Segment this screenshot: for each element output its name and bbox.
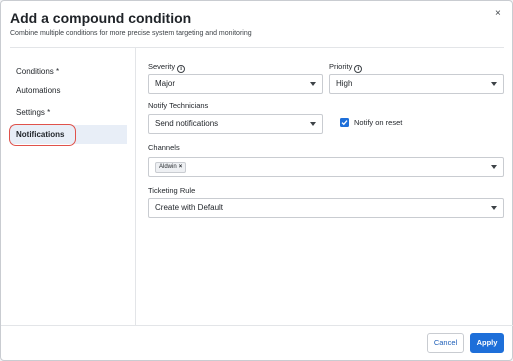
ticketing-rule-label: Ticketing Rule	[148, 186, 196, 195]
sidebar-item-automations[interactable]: Automations	[10, 81, 127, 100]
checkmark-icon	[341, 120, 348, 126]
ticketing-rule-select[interactable]: Create with Default	[148, 198, 504, 218]
notify-technicians-select[interactable]: Send notifications	[148, 114, 323, 134]
priority-label: Priority i	[329, 62, 363, 73]
chevron-down-icon	[310, 122, 316, 126]
priority-label-text: Priority	[329, 62, 353, 71]
sidebar-item-label: Automations	[16, 86, 61, 95]
chevron-down-icon	[491, 82, 497, 86]
info-icon[interactable]: i	[177, 65, 186, 73]
sidebar-item-label: Settings *	[16, 108, 51, 117]
dialog-header: Add a compound condition Combine multipl…	[1, 1, 512, 46]
sidebar-item-label: Notifications	[16, 130, 65, 139]
chevron-down-icon	[491, 206, 497, 210]
info-icon[interactable]: i	[354, 65, 363, 73]
priority-select[interactable]: High	[329, 74, 504, 94]
sidebar-item-notifications[interactable]: Notifications	[10, 125, 127, 144]
sidebar: Conditions * Automations Settings * Noti…	[1, 48, 136, 325]
severity-value: Major	[155, 79, 176, 88]
cancel-button[interactable]: Cancel	[427, 333, 464, 353]
chevron-down-icon	[491, 165, 497, 169]
remove-tag-icon[interactable]: ×	[179, 164, 183, 170]
severity-select[interactable]: Major	[148, 74, 323, 94]
dialog-subtitle: Combine multiple conditions for more pre…	[10, 30, 252, 37]
ticketing-rule-value: Create with Default	[155, 203, 224, 212]
chevron-down-icon	[310, 82, 316, 86]
channels-label: Channels	[148, 143, 180, 152]
priority-value: High	[336, 79, 353, 88]
sidebar-item-conditions[interactable]: Conditions *	[10, 62, 127, 81]
severity-label: Severity i	[148, 62, 186, 73]
compound-condition-dialog: Add a compound condition Combine multipl…	[0, 0, 513, 361]
sidebar-item-settings[interactable]: Settings *	[10, 103, 127, 122]
sidebar-item-label: Conditions *	[16, 67, 60, 76]
dialog-title: Add a compound condition	[10, 10, 192, 26]
notify-on-reset-label: Notify on reset	[354, 118, 403, 127]
notify-technicians-label: Notify Technicians	[148, 101, 209, 110]
footer-divider	[1, 325, 513, 326]
channel-tag: Aldwin ×	[155, 162, 187, 173]
channels-multiselect[interactable]: Aldwin ×	[148, 157, 504, 177]
channel-tag-label: Aldwin	[159, 164, 177, 170]
notify-on-reset-checkbox[interactable]	[340, 118, 349, 127]
apply-button[interactable]: Apply	[470, 333, 504, 353]
notifications-form: Severity i Major Priority i High Notify Te…	[136, 48, 513, 325]
severity-label-text: Severity	[148, 62, 176, 71]
notify-technicians-value: Send notifications	[155, 119, 219, 128]
close-icon[interactable]: ×	[495, 9, 501, 19]
